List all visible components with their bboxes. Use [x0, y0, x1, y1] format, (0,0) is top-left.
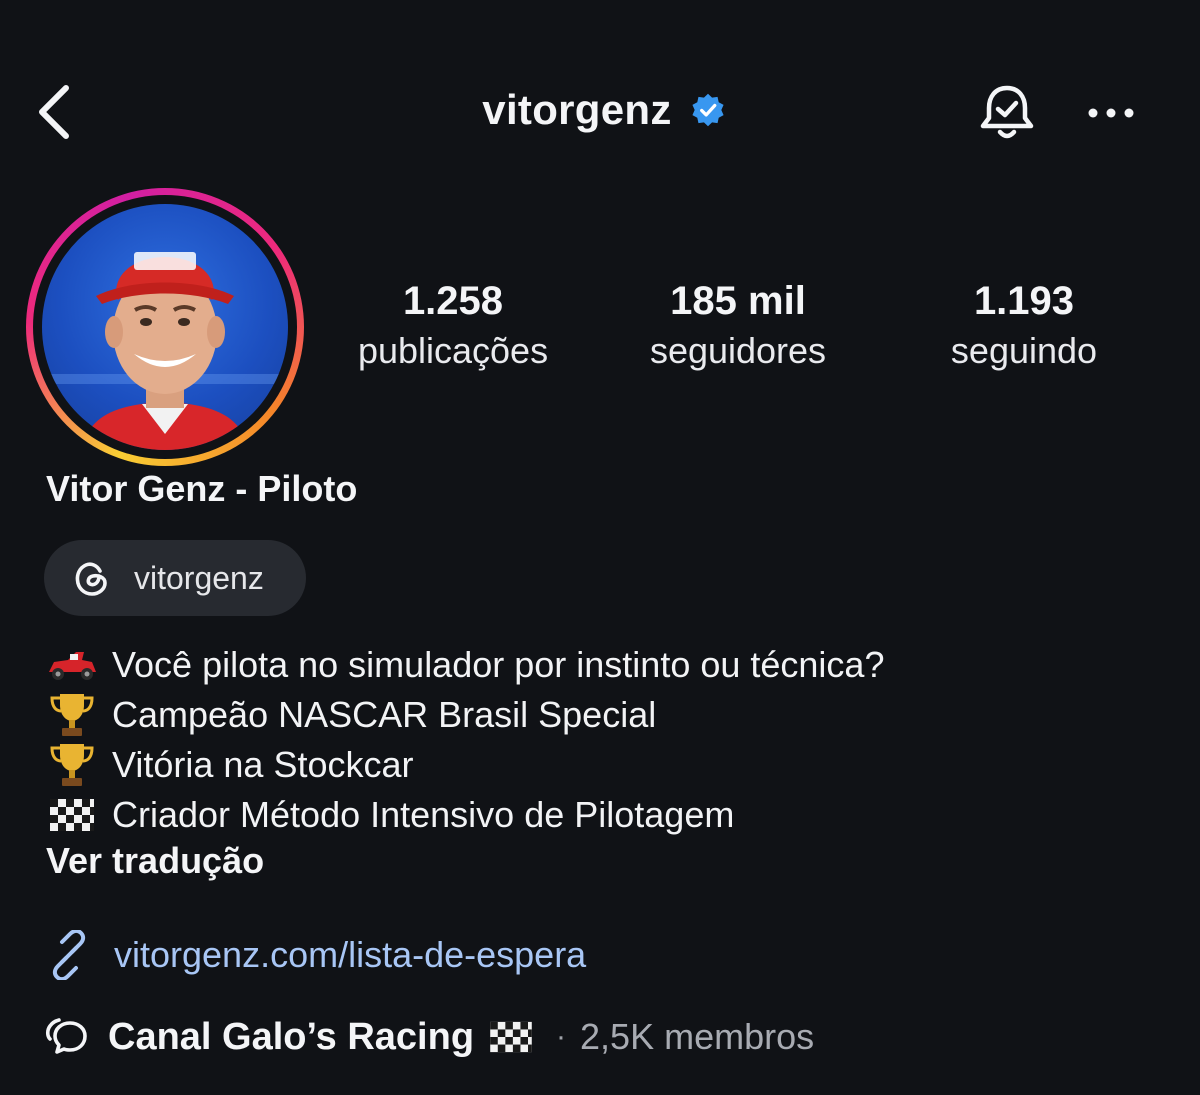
bio-text: Vitória na Stockcar	[112, 744, 414, 785]
profile-bio: Você pilota no simulador por instinto ou…	[46, 640, 1146, 840]
profile-link[interactable]: vitorgenz.com/lista-de-espera	[44, 930, 586, 980]
separator-dot: ·	[556, 1020, 567, 1053]
threads-profile-chip[interactable]: vitorgenz	[44, 540, 306, 616]
stat-value: 1.193	[973, 279, 1075, 323]
story-ring[interactable]	[26, 188, 304, 466]
stat-label: publicações	[357, 330, 549, 371]
bio-line: Você pilota no simulador por instinto ou…	[46, 640, 1146, 690]
stat-following[interactable]: 1.193 seguindo	[894, 276, 1154, 376]
more-options-button[interactable]	[1084, 96, 1138, 130]
bio-text: Criador Método Intensivo de Pilotagem	[112, 794, 735, 835]
website-link-text: vitorgenz.com/lista-de-espera	[114, 934, 587, 975]
avatar-portrait	[42, 252, 288, 450]
threads-handle: vitorgenz	[134, 559, 264, 596]
bio-line: Campeão NASCAR Brasil Special	[46, 690, 1146, 740]
bio-line: Criador Método Intensivo de Pilotagem	[46, 790, 1146, 840]
stat-value: 185 mil	[670, 279, 806, 323]
display-name: Vitor Genz - Piloto	[46, 468, 358, 509]
bio-text: Campeão NASCAR Brasil Special	[112, 694, 657, 735]
profile-avatar[interactable]	[42, 204, 288, 450]
link-icon	[52, 930, 86, 980]
threads-icon	[75, 562, 107, 596]
race-car-icon	[46, 640, 98, 690]
bio-line: Vitória na Stockcar	[46, 740, 1146, 790]
channel-icon	[45, 1018, 87, 1054]
broadcast-channel[interactable]: Canal Galo’s Racing · 2,5K membros	[44, 1014, 814, 1060]
trophy-icon	[46, 740, 98, 790]
bio-text: Você pilota no simulador por instinto ou…	[112, 644, 885, 685]
notification-bell-button[interactable]	[976, 82, 1038, 146]
trophy-icon	[46, 690, 98, 740]
channel-name: Canal Galo’s Racing	[108, 1015, 475, 1058]
verified-badge-icon	[692, 93, 724, 127]
channel-member-count: 2,5K membros	[580, 1016, 815, 1057]
checkered-flag-icon	[490, 1021, 532, 1053]
notification-bell-icon	[980, 85, 1034, 139]
stat-followers[interactable]: 185 mil seguidores	[608, 276, 868, 376]
more-horizontal-icon	[1088, 108, 1134, 118]
profile-username: vitorgenz	[482, 86, 672, 133]
stat-label: seguidores	[649, 330, 827, 371]
stat-value: 1.258	[402, 279, 504, 323]
checkered-flag-icon	[46, 790, 98, 840]
stat-posts[interactable]: 1.258 publicações	[323, 276, 583, 376]
see-translation-link[interactable]: Ver tradução	[46, 840, 264, 882]
stat-label: seguindo	[950, 330, 1098, 371]
